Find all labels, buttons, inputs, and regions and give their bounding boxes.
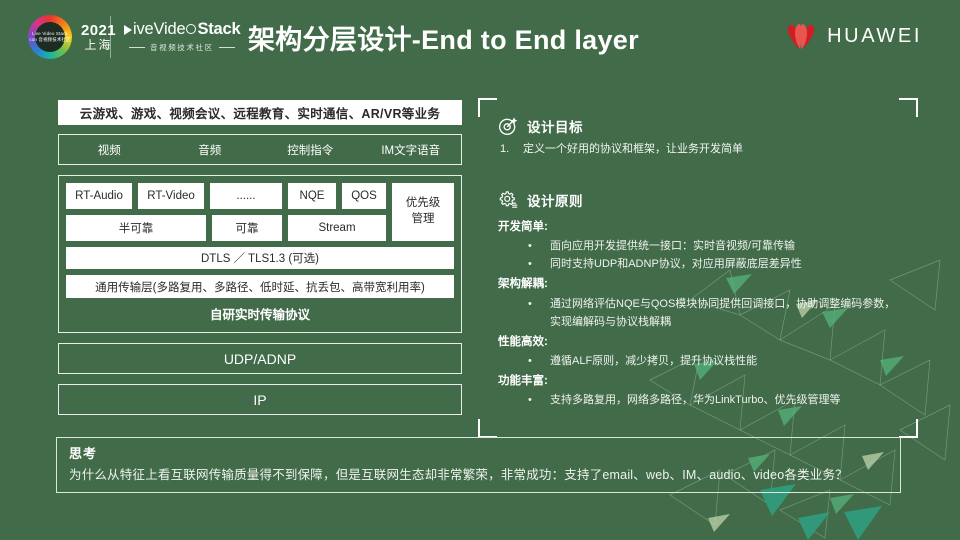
- design-goal-title: 设计目标: [527, 120, 583, 135]
- module-nqe: NQE: [288, 183, 336, 209]
- layer-udp-adnp: UDP/ADNP: [58, 343, 462, 374]
- think-title: 思考: [69, 446, 98, 461]
- principle-groups: 开发简单: • 面向应用开发提供统一接口：实时音视频/可靠传输 • 同时支持UD…: [498, 217, 902, 409]
- bullet-dot-icon: •: [528, 297, 532, 310]
- design-principle-header: 设计原则: [498, 190, 902, 210]
- layer-generic-transport: 通用传输层(多路复用、多路径、低时延、抗丢包、高带宽利用率): [66, 275, 454, 298]
- wordmark-stack: Stack: [197, 20, 241, 38]
- principle-group-title: 性能高效:: [498, 335, 548, 348]
- layer-security: DTLS ／ TLS1.3 (可选): [66, 247, 454, 269]
- design-goal-list: 1. 定义一个好用的协议和框架，让业务开发简单: [500, 141, 902, 159]
- livevideostack-wordmark: ive Vide Stack 音视频技术社区: [124, 20, 241, 53]
- target-goal-icon: [499, 117, 518, 135]
- corner-bracket-bottom-left: [478, 419, 497, 438]
- protocol-stack-caption: 自研实时传输协议: [209, 308, 310, 322]
- bullet-dot-icon: •: [528, 394, 532, 407]
- layer-ip: IP: [58, 384, 462, 415]
- module-rt-audio: RT-Audio: [66, 183, 132, 209]
- principle-group: 功能丰富: • 支持多路复用，网络多路径，华为LinkTurbo、优先级管理等: [498, 371, 902, 409]
- slide-root: Live Video Stack con 音视频技术社区 2021 上海 ive…: [0, 0, 960, 540]
- page-title: 架构分层设计-End to End layer: [248, 25, 639, 55]
- module-reliable: 可靠: [212, 215, 282, 241]
- header-divider: [110, 16, 111, 58]
- media-type-im: IM文字语音: [381, 144, 441, 157]
- module-semi-reliable: 半可靠: [66, 215, 206, 241]
- layer-media-types: 视频 音频 控制指令 IM文字语音: [58, 134, 462, 165]
- huawei-logo: HUAWEI: [784, 22, 922, 50]
- play-triangle-icon: [124, 24, 132, 35]
- architecture-diagram: 云游戏、游戏、视频会议、远程教育、实时通信、AR/VR等业务 视频 音频 控制指…: [58, 100, 462, 415]
- principle-group: 架构解耦: • 通过网络评估NQE与QOS模块协同提供回调接口，协助调整编码参数…: [498, 274, 902, 330]
- think-box: 思考 为什么从特征上看互联网传输质量得不到保障，但是互联网生态却非常繁荣，非常成…: [56, 437, 901, 493]
- layer-protocol-stack: RT-Audio RT-Video ...... NQE QOS 半可靠 可靠 …: [58, 175, 462, 333]
- corner-bracket-top-right: [899, 98, 918, 117]
- module-qos: QOS: [342, 183, 386, 209]
- circle-o-icon: [186, 23, 197, 34]
- bullet-dot-icon: •: [528, 258, 532, 271]
- principle-bullet: • 遵循ALF原则，减少拷贝，提升协议栈性能: [498, 352, 902, 370]
- slide-header: Live Video Stack con 音视频技术社区 2021 上海 ive…: [0, 0, 960, 78]
- goal-item-text: 定义一个好用的协议和框架，让业务开发简单: [523, 143, 743, 155]
- bullet-dot-icon: •: [528, 240, 532, 253]
- principle-bullet-text: 通过网络评估NQE与QOS模块协同提供回调接口，协助调整编码参数，实现编解码与协…: [550, 297, 896, 328]
- think-body: 为什么从特征上看互联网传输质量得不到保障，但是互联网生态却非常繁荣，非常成功：支…: [69, 468, 848, 482]
- principle-bullet: • 面向应用开发提供统一接口：实时音视频/可靠传输: [498, 237, 902, 255]
- bullet-dot-icon: •: [528, 354, 532, 367]
- priority-line-1: 优先级: [405, 197, 441, 210]
- principle-bullet: • 同时支持UDP和ADNP协议，对应用屏蔽底层差异性: [498, 255, 902, 273]
- wordmark-live: ive: [133, 20, 154, 38]
- huawei-petal-icon: [787, 24, 815, 49]
- layer-applications: 云游戏、游戏、视频会议、远程教育、实时通信、AR/VR等业务: [58, 100, 462, 125]
- principle-group: 性能高效: • 遵循ALF原则，减少拷贝，提升协议栈性能: [498, 332, 902, 370]
- media-type-video: 视频: [97, 144, 121, 157]
- module-row-upper: RT-Audio RT-Video ...... NQE QOS: [66, 183, 386, 209]
- module-priority-management: 优先级 管理: [392, 183, 454, 241]
- wordmark-video: Vide: [153, 20, 186, 38]
- media-type-control: 控制指令: [287, 144, 334, 157]
- principle-bullet-text: 遵循ALF原则，减少拷贝，提升协议栈性能: [550, 354, 758, 367]
- livevideostack-ring-icon: Live Video Stack con 音视频技术社区: [28, 15, 72, 59]
- design-goal-item: 1. 定义一个好用的协议和框架，让业务开发简单: [500, 141, 902, 159]
- huawei-wordmark: HUAWEI: [827, 24, 922, 47]
- wordmark-rule-right: [218, 47, 235, 48]
- gear-settings-icon: [499, 191, 518, 208]
- priority-line-2: 管理: [411, 213, 435, 225]
- goal-item-number: 1.: [500, 143, 510, 155]
- module-stream: Stream: [288, 215, 386, 241]
- principle-bullet: • 支持多路复用，网络多路径，华为LinkTurbo、优先级管理等: [498, 391, 902, 409]
- corner-bracket-bottom-right: [899, 419, 918, 438]
- principle-bullet-text: 面向应用开发提供统一接口：实时音视频/可靠传输: [550, 240, 796, 253]
- design-principle-title: 设计原则: [527, 194, 583, 209]
- principle-bullet-text: 支持多路复用，网络多路径，华为LinkTurbo、优先级管理等: [550, 394, 841, 407]
- principle-group-title: 架构解耦:: [498, 278, 548, 291]
- design-principle-section: 设计原则 开发简单: • 面向应用开发提供统一接口：实时音视频/可靠传输 • 同…: [498, 190, 902, 410]
- principle-group: 开发简单: • 面向应用开发提供统一接口：实时音视频/可靠传输 • 同时支持UD…: [498, 217, 902, 273]
- corner-bracket-top-left: [478, 98, 497, 117]
- design-panel: 设计目标 1. 定义一个好用的协议和框架，让业务开发简单 设计原则 开发简单: …: [478, 98, 918, 438]
- principle-group-title: 开发简单:: [498, 221, 548, 233]
- module-row-lower: 半可靠 可靠 Stream: [66, 215, 386, 241]
- principle-group-title: 功能丰富:: [498, 375, 548, 388]
- module-rt-video: RT-Video: [138, 183, 204, 209]
- event-badge: Live Video Stack con 音视频技术社区 2021 上海: [28, 12, 116, 62]
- module-ellipsis: ......: [210, 183, 282, 209]
- principle-bullet: • 通过网络评估NQE与QOS模块协同提供回调接口，协助调整编码参数，实现编解码…: [498, 295, 902, 331]
- design-goal-header: 设计目标: [498, 116, 902, 136]
- principle-bullet-text: 同时支持UDP和ADNP协议，对应用屏蔽底层差异性: [550, 258, 802, 271]
- design-goal-section: 设计目标 1. 定义一个好用的协议和框架，让业务开发简单: [498, 116, 902, 159]
- ring-logo-text: Live Video Stack con 音视频技术社区: [29, 31, 71, 42]
- wordmark-subtitle: 音视频技术社区: [150, 43, 214, 52]
- media-type-audio: 音频: [198, 144, 222, 157]
- wordmark-rule-left: [129, 47, 145, 48]
